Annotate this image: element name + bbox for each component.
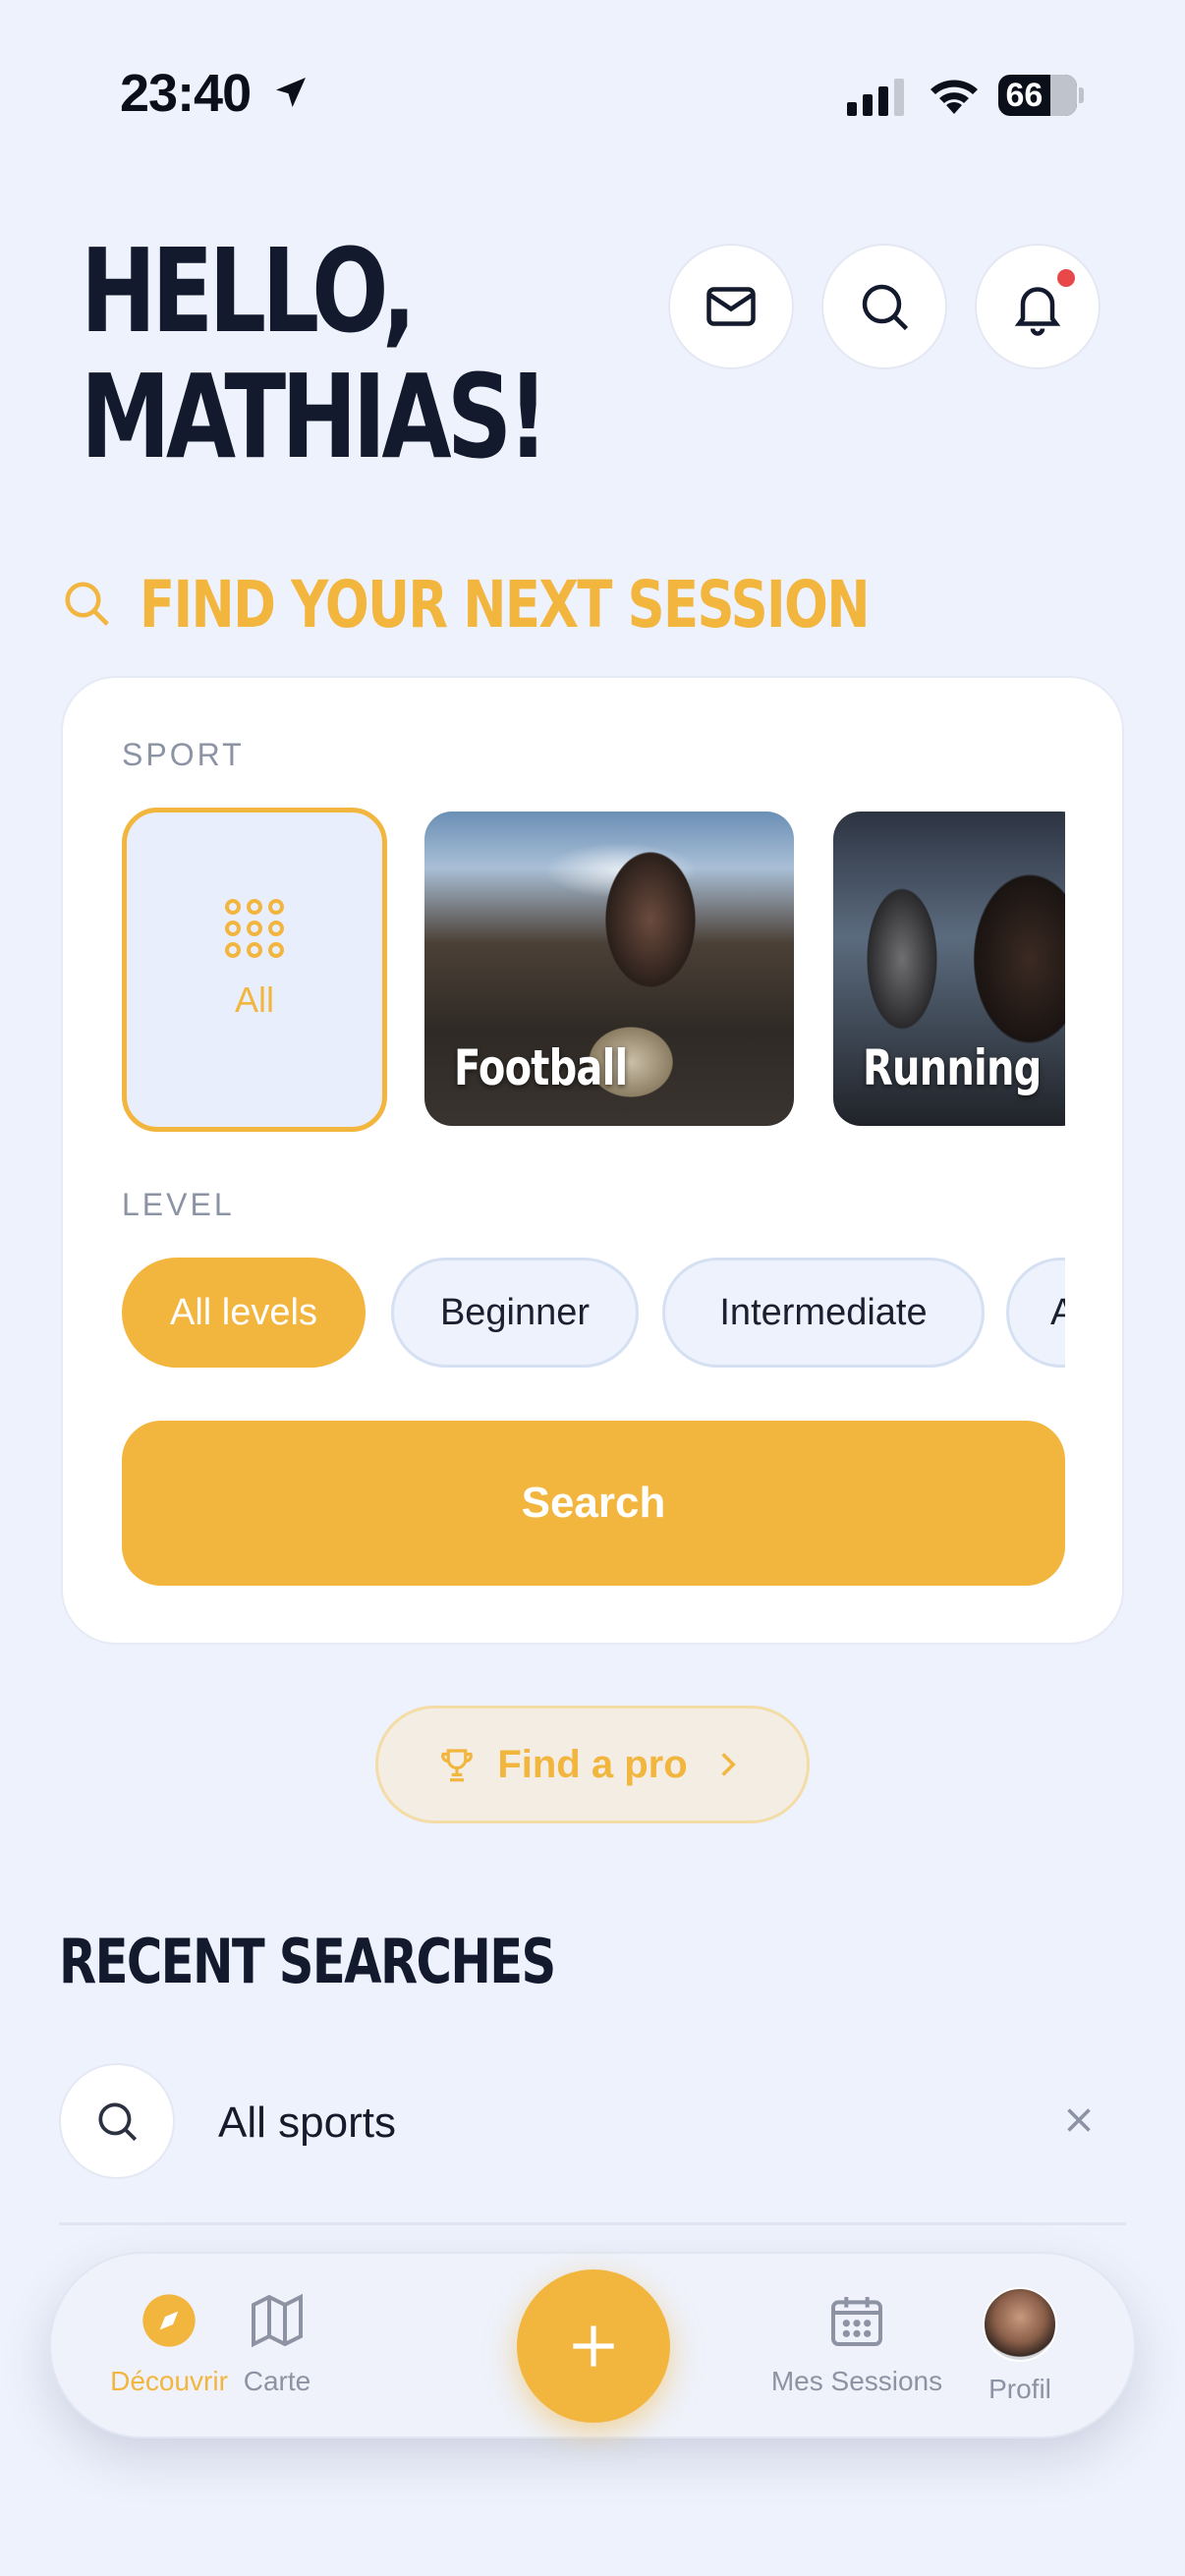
close-icon [1067,2108,1091,2132]
session-finder-card: SPORT All Football Running LEVEL All lev… [61,676,1124,1645]
sport-tile-label: All [234,980,274,1020]
remove-recent-button[interactable] [1051,2093,1106,2148]
battery-percent: 66 [1005,77,1044,114]
bottom-tab-bar: Découvrir Carte Mes Sessions Profil [49,2252,1136,2438]
avatar [983,2287,1057,2362]
battery-icon: 66 [998,75,1077,116]
plus-icon [573,2325,614,2367]
location-arrow-icon [276,78,306,107]
map-icon [252,2293,303,2348]
calendar-icon [831,2297,882,2346]
trophy-icon [441,1749,474,1782]
find-pro-button[interactable]: Find a pro [375,1706,810,1823]
tab-profil[interactable]: Profil [922,2287,1118,2405]
bell-icon [1014,287,1061,336]
search-icon [98,2102,138,2142]
sport-tile-label: Football [454,1039,628,1096]
greeting-line-2: MATHIAS! [81,349,548,484]
recent-search-icon-wrap [59,2063,175,2179]
wifi-icon [931,80,978,114]
recent-searches-title: RECENT SEARCHES [59,1926,556,1997]
tab-label: Profil [988,2374,1051,2404]
find-pro-label: Find a pro [497,1742,688,1786]
finder-title: FIND YOUR NEXT SESSION [140,566,871,643]
level-chip-intermediate[interactable]: Intermediate [662,1258,985,1368]
level-chips[interactable]: All levels Beginner Intermediate A [122,1258,1065,1370]
search-button[interactable] [821,244,947,369]
tab-carte[interactable]: Carte [179,2289,375,2397]
grid-icon [225,899,284,958]
sport-tile-running[interactable]: Running [833,812,1065,1126]
mail-icon [706,287,756,326]
greeting-title: HELLO, MATHIAS! [81,223,548,484]
sport-carousel[interactable]: All Football Running [122,808,1065,1138]
chevron-right-icon [721,1753,736,1776]
messages-button[interactable] [668,244,794,369]
tab-label: Mes Sessions [770,2366,943,2396]
sport-tile-all[interactable]: All [122,808,387,1132]
football-photo [533,821,729,1067]
level-chip-beginner[interactable]: Beginner [391,1258,639,1368]
tab-label: Carte [243,2366,311,2396]
notifications-button[interactable] [975,244,1100,369]
search-submit-button[interactable]: Search [122,1421,1065,1586]
recent-search-item[interactable]: All sports [59,2063,1126,2181]
search-icon [65,582,109,626]
level-chip-advanced[interactable]: A [1006,1258,1065,1368]
level-label: LEVEL [122,1187,235,1222]
status-time: 23:40 [120,64,252,123]
level-chip-all[interactable]: All levels [122,1258,366,1368]
sport-tile-football[interactable]: Football [424,812,794,1126]
recent-search-label: All sports [218,2099,396,2147]
status-bar: 23:40 66 [0,0,1185,187]
cellular-signal-icon [847,79,904,116]
divider [59,2222,1126,2225]
finder-heading: FIND YOUR NEXT SESSION [61,567,1050,643]
sport-label: SPORT [122,737,245,772]
notification-badge [1057,269,1075,287]
create-session-button[interactable] [517,2269,670,2423]
greeting-line-1: HELLO, [81,223,417,359]
sport-tile-label: Running [863,1039,1042,1096]
search-icon [862,284,909,331]
